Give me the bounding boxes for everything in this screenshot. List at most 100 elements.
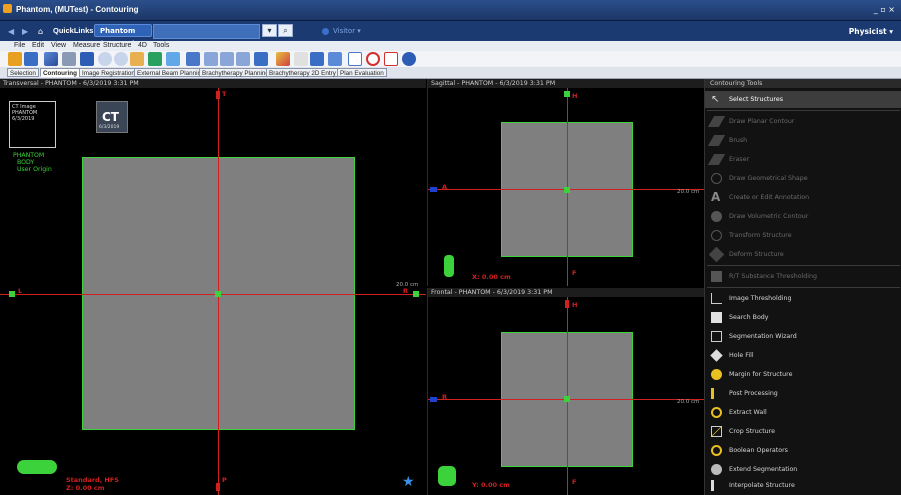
tool-crop-structure[interactable]: Crop Structure (705, 423, 901, 440)
tool-create-annotation[interactable]: A Create or Edit Annotation (705, 189, 901, 206)
crosshair-icon[interactable] (294, 52, 308, 66)
tool-image-thresholding[interactable]: Image Thresholding (705, 290, 901, 307)
tool-transform-structure[interactable]: Transform Structure (705, 227, 901, 244)
tool-brush[interactable]: Brush (705, 132, 901, 149)
select-arrow-icon[interactable] (348, 52, 362, 66)
menu-file[interactable]: File (14, 42, 25, 49)
tab-plan-evaluation[interactable]: Plan Evaluation (337, 68, 387, 77)
menu-structure[interactable]: Structure (103, 42, 131, 49)
home-icon[interactable]: ⌂ (38, 27, 43, 36)
layout-two-icon[interactable] (220, 52, 234, 66)
ruler-icon[interactable] (310, 52, 324, 66)
dropdown-button[interactable]: ▾ (262, 24, 277, 37)
menu-4d[interactable]: 4D (138, 42, 147, 49)
layout-split-icon[interactable] (186, 52, 200, 66)
patient-search-input[interactable] (153, 24, 260, 39)
app-icon (3, 4, 12, 13)
transversal-title: Transversal - PHANTOM - 6/3/2019 3:31 PM (0, 79, 426, 88)
ct-image-thumbnail[interactable]: CT 6/3/2019 (96, 101, 128, 133)
rotate-icon[interactable] (148, 52, 162, 66)
tool-select-structures[interactable]: ↖ Select Structures (705, 91, 901, 108)
frontal-viewport[interactable]: Frontal - PHANTOM - 6/3/2019 3:31 PM H R… (427, 288, 704, 495)
structure-user-origin[interactable]: User Origin (13, 166, 52, 173)
dose-profile-icon[interactable] (384, 52, 398, 66)
open-patient-icon[interactable] (8, 52, 22, 66)
user-menu[interactable]: Physicist ▾ (849, 27, 893, 36)
tool-draw-planar-contour[interactable]: Draw Planar Contour (705, 113, 901, 130)
series-thumbnail-ct[interactable]: CT Image PHANTOM 6/3/2019 (9, 101, 56, 148)
tool-deform-structure[interactable]: Deform Structure (705, 246, 901, 263)
menu-view[interactable]: View (51, 42, 66, 49)
tool-margin-for-structure[interactable]: Margin for Structure (705, 366, 901, 383)
sagittal-anterior-marker (430, 187, 437, 192)
bookmark-star-icon[interactable]: ★ (402, 474, 415, 490)
menu-tools[interactable]: Tools (153, 42, 169, 49)
info-icon[interactable] (402, 52, 416, 66)
tool-extend-segmentation[interactable]: Extend Segmentation (705, 461, 901, 478)
tab-brachytherapy-2d-entry[interactable]: Brachytherapy 2D Entry (266, 68, 339, 77)
z-coordinate: Z: 0.00 cm (66, 484, 105, 492)
tool-eraser[interactable]: Eraser (705, 151, 901, 168)
window-title-bar: Phantom, (MUTest) - Contouring _ ▫ × (0, 0, 901, 21)
y-coordinate: Y: 0.00 cm (472, 481, 510, 489)
quicklinks-menu[interactable]: QuickLinks ▾ (53, 26, 99, 35)
extend-icon (711, 464, 722, 475)
window-level-icon[interactable] (44, 52, 58, 66)
tool-label: Hole Fill (729, 352, 754, 359)
zoom-out-icon[interactable] (114, 52, 128, 66)
window-controls[interactable]: _ ▫ × (874, 5, 895, 14)
sagittal-marker-f: F (572, 269, 577, 277)
tool-draw-geometrical-shape[interactable]: Draw Geometrical Shape (705, 170, 901, 187)
tool-segmentation-wizard[interactable]: Segmentation Wizard (705, 328, 901, 345)
structure-phantom[interactable]: PHANTOM (13, 152, 52, 159)
x-coordinate: X: 0.00 cm (472, 273, 511, 281)
tool-interpolate-structure[interactable]: Interpolate Structure (705, 477, 901, 494)
ellipse-icon (711, 173, 722, 184)
search-icon[interactable]: ⌕ (278, 24, 293, 37)
marker-label-r: R (403, 287, 409, 295)
tool-search-body[interactable]: Search Body (705, 309, 901, 326)
tool-rt-substance-thresholding[interactable]: R/T Substance Thresholding (705, 268, 901, 285)
tool-boolean-operators[interactable]: Boolean Operators (705, 442, 901, 459)
back-arrow-icon[interactable]: ◀ (8, 27, 14, 36)
grid-icon[interactable] (328, 52, 342, 66)
menu-edit[interactable]: Edit (32, 42, 44, 49)
transversal-viewport[interactable]: Transversal - PHANTOM - 6/3/2019 3:31 PM… (0, 79, 426, 495)
tab-external-beam-planning[interactable]: External Beam Planning (134, 68, 208, 77)
target-icon[interactable] (366, 52, 380, 66)
pen-icon (707, 116, 726, 127)
workspace-tabs: Selection Contouring Image Registration … (0, 67, 901, 79)
frontal-right-marker (430, 397, 437, 402)
save-icon[interactable] (24, 52, 38, 66)
tool-label: Draw Planar Contour (729, 118, 795, 125)
tool-extract-wall[interactable]: Extract Wall (705, 404, 901, 421)
structure-body[interactable]: BODY (13, 159, 52, 166)
menu-measure[interactable]: Measure (73, 42, 100, 49)
main-toolbar (0, 51, 901, 68)
tab-brachytherapy-planning[interactable]: Brachytherapy Planning (199, 68, 272, 77)
pan-hand-icon[interactable] (130, 52, 144, 66)
reset-view-icon[interactable] (166, 52, 180, 66)
visitor-menu[interactable]: Visitor ▾ (322, 27, 361, 35)
layout-icon[interactable] (62, 52, 76, 66)
crosshair-horizontal[interactable] (0, 294, 426, 295)
annotation-icon: A (711, 190, 721, 204)
window-title: Phantom, (MUTest) - Contouring (16, 5, 139, 14)
tab-image-registration[interactable]: Image Registration (79, 68, 138, 77)
tool-post-processing[interactable]: Post Processing (705, 385, 901, 402)
layout-three-icon[interactable] (236, 52, 250, 66)
tab-contouring[interactable]: Contouring (40, 68, 80, 77)
image-icon[interactable] (80, 52, 94, 66)
layout-single-icon[interactable] (204, 52, 218, 66)
brush-icon (707, 135, 726, 146)
forward-arrow-icon[interactable]: ▶ (22, 27, 28, 36)
tool-draw-volumetric-contour[interactable]: Draw Volumetric Contour (705, 208, 901, 225)
tool-hole-fill[interactable]: Hole Fill (705, 347, 901, 364)
tab-selection[interactable]: Selection (7, 68, 39, 77)
measure-icon[interactable] (276, 52, 290, 66)
patient-tab[interactable]: Phantom (MUTest) (94, 24, 152, 48)
tool-label: Brush (729, 137, 748, 144)
sagittal-viewport[interactable]: Sagittal - PHANTOM - 6/3/2019 3:31 PM H … (427, 79, 704, 286)
zoom-in-icon[interactable] (98, 52, 112, 66)
screenshot-icon[interactable] (254, 52, 268, 66)
